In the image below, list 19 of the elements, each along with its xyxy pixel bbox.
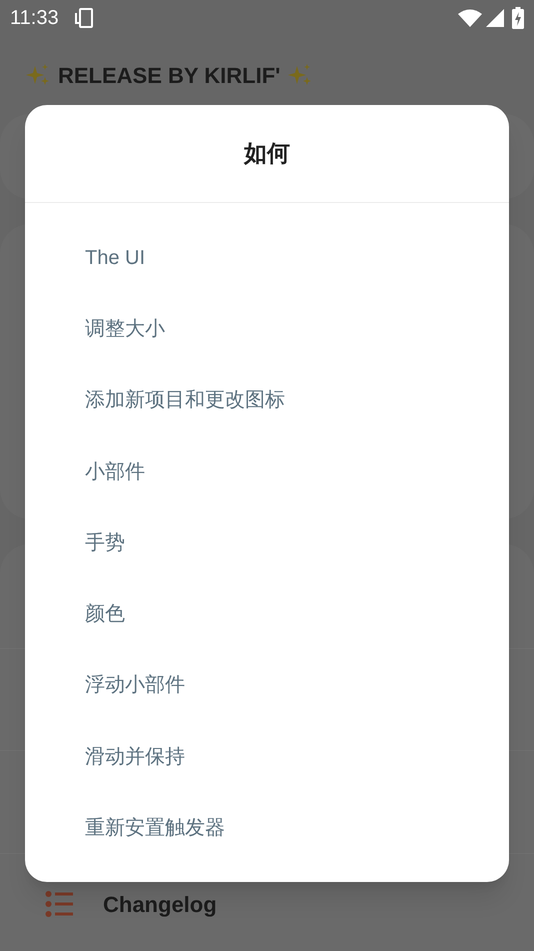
rotate-device-icon [72,7,95,29]
list-label: Changelog [103,890,217,919]
dialog-option[interactable]: 浮动小部件 [25,650,509,722]
dialog-option[interactable]: 颜色 [25,578,509,650]
dialog-option[interactable]: 添加新项目和更改图标 [25,364,509,436]
sparkles-icon [26,63,50,87]
status-time: 11:33 [10,6,59,31]
dialog-option[interactable]: 滑动并保持 [25,721,509,792]
sparkles-icon [288,63,312,87]
dialog-option[interactable]: 小部件 [25,436,509,508]
signal-icon [486,9,504,27]
battery-icon [512,7,524,29]
wifi-icon [458,9,482,27]
dialog-title: 如何 [244,139,290,168]
dialog-option[interactable]: 调整大小 [25,293,509,365]
header-title: RELEASE BY KIRLIF' [58,62,280,90]
dialog-option[interactable]: The UI [25,222,509,294]
dialog-option[interactable]: 手势 [25,507,509,578]
list-icon [45,890,75,918]
